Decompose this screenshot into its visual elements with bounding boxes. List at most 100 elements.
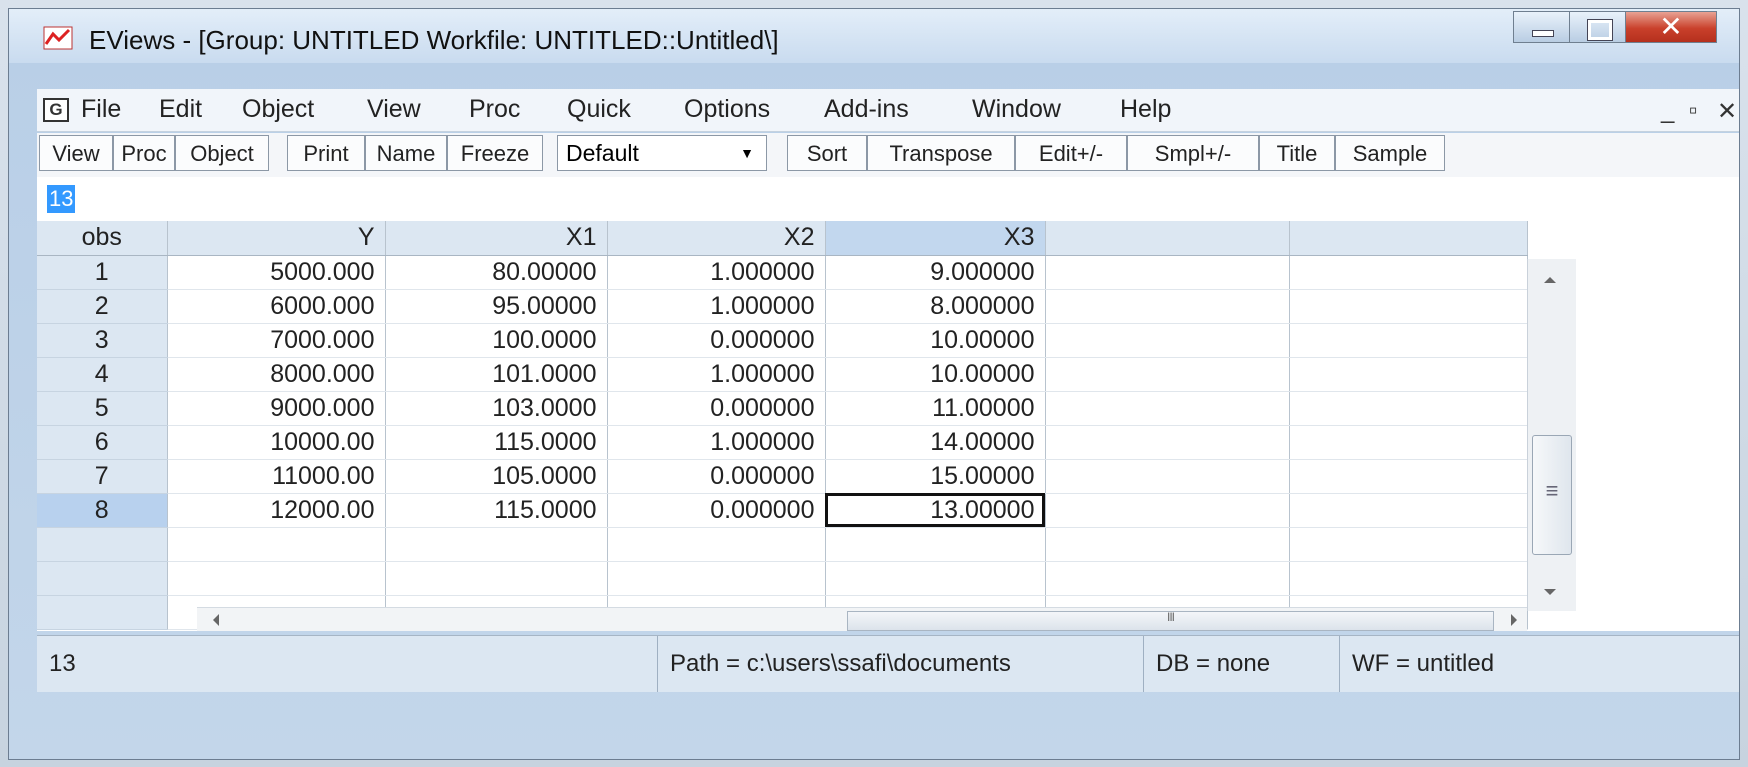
empty-cell[interactable] (1045, 527, 1290, 562)
empty-cell[interactable] (167, 561, 386, 596)
table-cell[interactable]: 80.00000 (385, 255, 608, 290)
table-cell[interactable]: 105.0000 (385, 459, 608, 494)
table-cell[interactable]: 95.00000 (385, 289, 608, 324)
empty-cell[interactable] (1289, 561, 1528, 596)
table-cell[interactable]: 10.00000 (825, 323, 1046, 358)
table-cell[interactable]: 1.000000 (607, 425, 826, 460)
empty-cell[interactable] (607, 561, 826, 596)
empty-cell[interactable] (1045, 459, 1290, 494)
table-cell[interactable]: 101.0000 (385, 357, 608, 392)
table-cell[interactable]: 10000.00 (167, 425, 386, 460)
menu-edit[interactable]: Edit (159, 95, 202, 124)
sample-button[interactable]: Sample (1335, 135, 1445, 171)
mdi-minimize-button[interactable]: _ (1661, 97, 1674, 125)
menu-proc[interactable]: Proc (469, 95, 520, 124)
column-header-y[interactable]: Y (167, 221, 386, 256)
row-header[interactable]: 5 (37, 391, 168, 426)
empty-cell[interactable] (385, 527, 608, 562)
empty-cell[interactable] (1045, 391, 1290, 426)
row-header[interactable]: 1 (37, 255, 168, 290)
empty-cell[interactable] (1045, 323, 1290, 358)
empty-cell[interactable] (1045, 255, 1290, 290)
table-cell[interactable]: 0.000000 (607, 323, 826, 358)
column-header-x2[interactable]: X2 (607, 221, 826, 256)
row-header[interactable]: 6 (37, 425, 168, 460)
empty-cell[interactable] (1045, 493, 1290, 528)
empty-cell[interactable] (1289, 459, 1528, 494)
empty-cell[interactable] (1289, 357, 1528, 392)
table-cell[interactable]: 1.000000 (607, 289, 826, 324)
empty-cell[interactable] (1289, 493, 1528, 528)
vertical-scrollbar[interactable] (1527, 259, 1576, 611)
view-button[interactable]: View (39, 135, 113, 171)
proc-button[interactable]: Proc (113, 135, 175, 171)
empty-cell[interactable] (1289, 391, 1528, 426)
table-cell[interactable]: 115.0000 (385, 493, 608, 528)
empty-cell[interactable] (1289, 425, 1528, 460)
empty-cell[interactable] (1289, 527, 1528, 562)
table-cell[interactable]: 12000.00 (167, 493, 386, 528)
name-button[interactable]: Name (365, 135, 447, 171)
table-cell[interactable]: 7000.000 (167, 323, 386, 358)
table-cell[interactable]: 103.0000 (385, 391, 608, 426)
empty-cell[interactable] (1045, 357, 1290, 392)
active-cell[interactable]: 13.00000 (825, 493, 1046, 528)
table-cell[interactable]: 100.0000 (385, 323, 608, 358)
print-button[interactable]: Print (287, 135, 365, 171)
row-header[interactable]: 7 (37, 459, 168, 494)
minimize-button[interactable] (1513, 11, 1569, 43)
mdi-restore-button[interactable]: ▫ (1689, 97, 1698, 125)
transpose-button[interactable]: Transpose (867, 135, 1015, 171)
empty-cell[interactable] (825, 527, 1046, 562)
title-bar[interactable]: EViews - [Group: UNTITLED Workfile: UNTI… (9, 9, 1739, 63)
table-cell[interactable]: 6000.000 (167, 289, 386, 324)
table-cell[interactable]: 5000.000 (167, 255, 386, 290)
empty-cell[interactable] (167, 527, 386, 562)
column-header-obs[interactable]: obs (37, 221, 168, 256)
row-header[interactable] (37, 595, 168, 630)
table-cell[interactable]: 0.000000 (607, 493, 826, 528)
row-header[interactable] (37, 561, 168, 596)
vertical-scroll-thumb[interactable] (1532, 435, 1572, 555)
row-header[interactable]: 4 (37, 357, 168, 392)
empty-cell[interactable] (1289, 289, 1528, 324)
table-cell[interactable]: 14.00000 (825, 425, 1046, 460)
row-header-selected[interactable]: 8 (37, 493, 168, 528)
column-header-empty[interactable] (1289, 221, 1528, 256)
maximize-button[interactable] (1569, 11, 1625, 43)
freeze-button[interactable]: Freeze (447, 135, 543, 171)
menu-window[interactable]: Window (972, 95, 1061, 124)
empty-cell[interactable] (1045, 561, 1290, 596)
cell-edit-bar[interactable]: 13 (37, 177, 1739, 222)
scroll-up-icon[interactable] (1544, 277, 1556, 283)
object-button[interactable]: Object (175, 135, 269, 171)
table-cell[interactable]: 11000.00 (167, 459, 386, 494)
table-cell[interactable]: 0.000000 (607, 391, 826, 426)
table-cell[interactable]: 10.00000 (825, 357, 1046, 392)
scroll-right-icon[interactable] (1511, 614, 1517, 626)
table-cell[interactable]: 115.0000 (385, 425, 608, 460)
sample-toggle-button[interactable]: Smpl+/- (1127, 135, 1259, 171)
table-cell[interactable]: 1.000000 (607, 255, 826, 290)
mdi-close-button[interactable]: ✕ (1717, 97, 1737, 126)
menu-file[interactable]: File (81, 95, 121, 124)
table-cell[interactable]: 8000.000 (167, 357, 386, 392)
row-header[interactable]: 3 (37, 323, 168, 358)
menu-view[interactable]: View (367, 95, 421, 124)
table-cell[interactable]: 1.000000 (607, 357, 826, 392)
table-cell[interactable]: 0.000000 (607, 459, 826, 494)
menu-add-ins[interactable]: Add-ins (824, 95, 909, 124)
horizontal-scrollbar[interactable] (197, 607, 1527, 631)
title-button[interactable]: Title (1259, 135, 1335, 171)
row-header[interactable]: 2 (37, 289, 168, 324)
table-cell[interactable]: 15.00000 (825, 459, 1046, 494)
display-type-select[interactable]: Default ▼ (557, 135, 767, 171)
menu-quick[interactable]: Quick (567, 95, 631, 124)
sort-button[interactable]: Sort (787, 135, 867, 171)
horizontal-scroll-thumb[interactable] (847, 610, 1494, 631)
column-header-x1[interactable]: X1 (385, 221, 608, 256)
scroll-down-icon[interactable] (1544, 589, 1556, 595)
menu-object[interactable]: Object (242, 95, 314, 124)
table-cell[interactable]: 11.00000 (825, 391, 1046, 426)
row-header[interactable] (37, 527, 168, 562)
